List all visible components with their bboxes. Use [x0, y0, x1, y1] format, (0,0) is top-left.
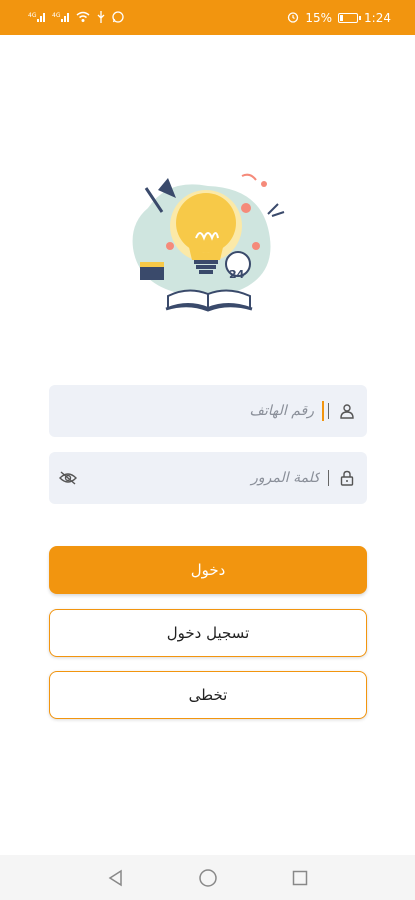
status-left: 4G 4G — [28, 10, 124, 25]
system-nav-bar — [0, 855, 415, 900]
svg-text:4G: 4G — [52, 12, 61, 19]
signal-icon-2: 4G — [52, 11, 70, 25]
password-field[interactable] — [49, 452, 367, 504]
register-button[interactable]: تسجيل دخول — [49, 609, 367, 657]
phone-field[interactable] — [49, 385, 367, 437]
back-icon[interactable] — [105, 867, 127, 889]
signal-icon: 4G — [28, 11, 46, 25]
password-input[interactable] — [79, 452, 328, 504]
alarm-icon — [287, 11, 299, 25]
lightbulb-illustration: 24 — [128, 168, 288, 314]
whatsapp-icon — [112, 10, 124, 25]
text-caret — [322, 401, 324, 421]
field-separator — [328, 470, 329, 486]
svg-text:24: 24 — [229, 268, 245, 281]
wifi-icon — [76, 11, 90, 25]
login-button[interactable]: دخول — [49, 546, 367, 594]
svg-text:4G: 4G — [28, 12, 37, 19]
status-right: 15% 1:24 — [287, 11, 391, 25]
home-icon[interactable] — [197, 867, 219, 889]
user-icon — [337, 401, 357, 421]
clock: 1:24 — [364, 10, 391, 25]
skip-button[interactable]: تخطى — [49, 671, 367, 719]
recents-icon[interactable] — [289, 867, 311, 889]
phone-input[interactable] — [49, 385, 322, 437]
battery-icon — [338, 12, 362, 23]
lock-icon — [337, 468, 357, 488]
battery-percent: 15% — [305, 10, 333, 25]
status-bar: 4G 4G 15% 1:24 — [0, 0, 415, 35]
eye-off-icon[interactable] — [57, 467, 79, 489]
usb-icon — [96, 10, 106, 25]
field-separator — [328, 403, 329, 419]
